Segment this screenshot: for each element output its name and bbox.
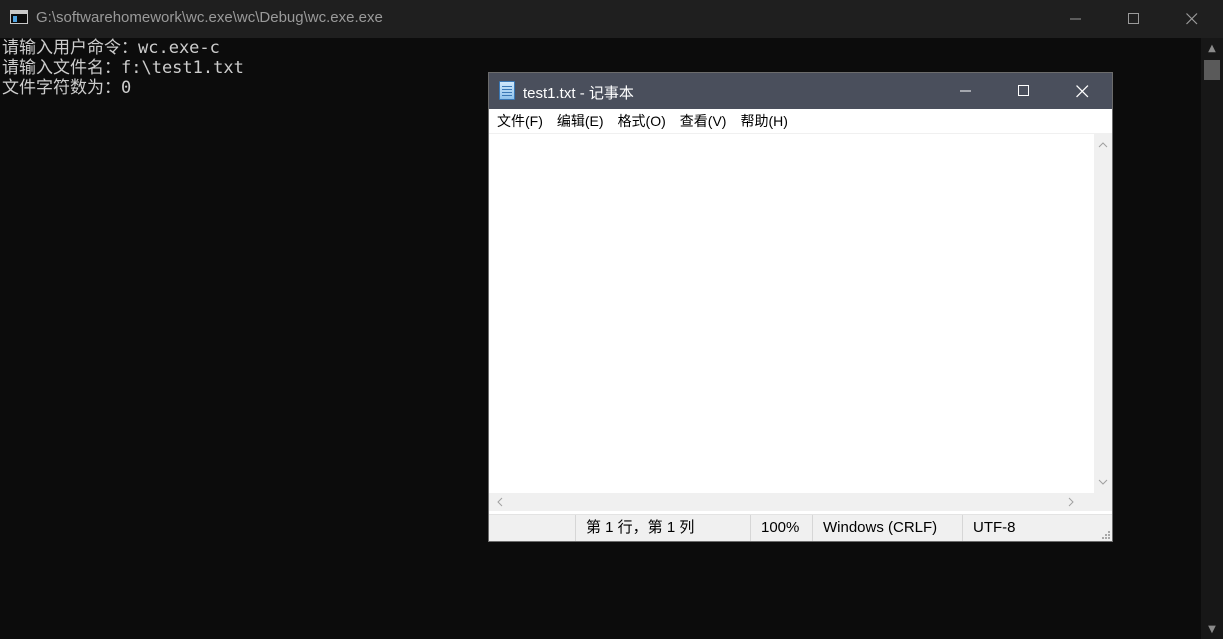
console-scrollbar[interactable]: ▲ ▼ [1201, 38, 1223, 639]
maximize-icon [1128, 13, 1139, 24]
close-icon [1075, 84, 1088, 97]
menu-format[interactable]: 格式(O) [611, 109, 673, 133]
menu-help[interactable]: 帮助(H) [733, 109, 794, 133]
notepad-title: test1.txt - 记事本 [523, 85, 634, 102]
console-maximize-button[interactable] [1105, 0, 1163, 38]
scrollbar-corner [1094, 493, 1112, 511]
scroll-up-icon[interactable]: ▲ [1201, 38, 1223, 58]
menu-view[interactable]: 查看(V) [673, 109, 734, 133]
console-titlebar[interactable]: G:\softwarehomework\wc.exe\wc\Debug\wc.e… [0, 0, 1223, 38]
resize-grip-icon[interactable] [1100, 529, 1110, 539]
console-minimize-button[interactable] [1047, 0, 1105, 38]
console-app-icon [10, 10, 28, 24]
notepad-app-icon [499, 81, 515, 100]
scroll-down-icon[interactable] [1094, 473, 1112, 491]
notepad-menubar: 文件(F) 编辑(E) 格式(O) 查看(V) 帮助(H) [489, 109, 1112, 133]
status-encoding: UTF-8 [962, 515, 1112, 541]
console-line: 请输入用户命令：wc.exe-c [2, 38, 220, 58]
scroll-left-icon[interactable] [491, 493, 509, 511]
scroll-up-icon[interactable] [1094, 136, 1112, 154]
notepad-window: test1.txt - 记事本 文件(F) 编辑(E) 格式(O) 查看(V) … [488, 72, 1113, 542]
close-icon [1186, 13, 1198, 25]
scroll-down-icon[interactable]: ▼ [1201, 619, 1223, 639]
console-title: G:\softwarehomework\wc.exe\wc\Debug\wc.e… [36, 9, 383, 26]
minimize-icon [1070, 18, 1081, 20]
maximize-icon [1018, 85, 1029, 96]
status-empty-cell [489, 515, 575, 541]
status-zoom: 100% [750, 515, 812, 541]
scroll-right-icon[interactable] [1062, 493, 1080, 511]
console-scroll-thumb[interactable] [1204, 60, 1220, 80]
notepad-titlebar[interactable]: test1.txt - 记事本 [489, 73, 1112, 109]
notepad-text-area[interactable] [489, 134, 1094, 493]
status-line-ending: Windows (CRLF) [812, 515, 962, 541]
notepad-minimize-button[interactable] [937, 73, 995, 109]
notepad-close-button[interactable] [1053, 73, 1111, 109]
notepad-vertical-scrollbar[interactable] [1094, 134, 1112, 493]
console-close-button[interactable] [1163, 0, 1221, 38]
status-cursor-position: 第 1 行，第 1 列 [575, 515, 750, 541]
notepad-horizontal-scrollbar[interactable] [489, 493, 1094, 511]
minimize-icon [960, 90, 971, 92]
menu-edit[interactable]: 编辑(E) [550, 109, 611, 133]
notepad-statusbar: 第 1 行，第 1 列 100% Windows (CRLF) UTF-8 [489, 514, 1112, 541]
notepad-maximize-button[interactable] [995, 73, 1053, 109]
menu-file[interactable]: 文件(F) [490, 109, 550, 133]
